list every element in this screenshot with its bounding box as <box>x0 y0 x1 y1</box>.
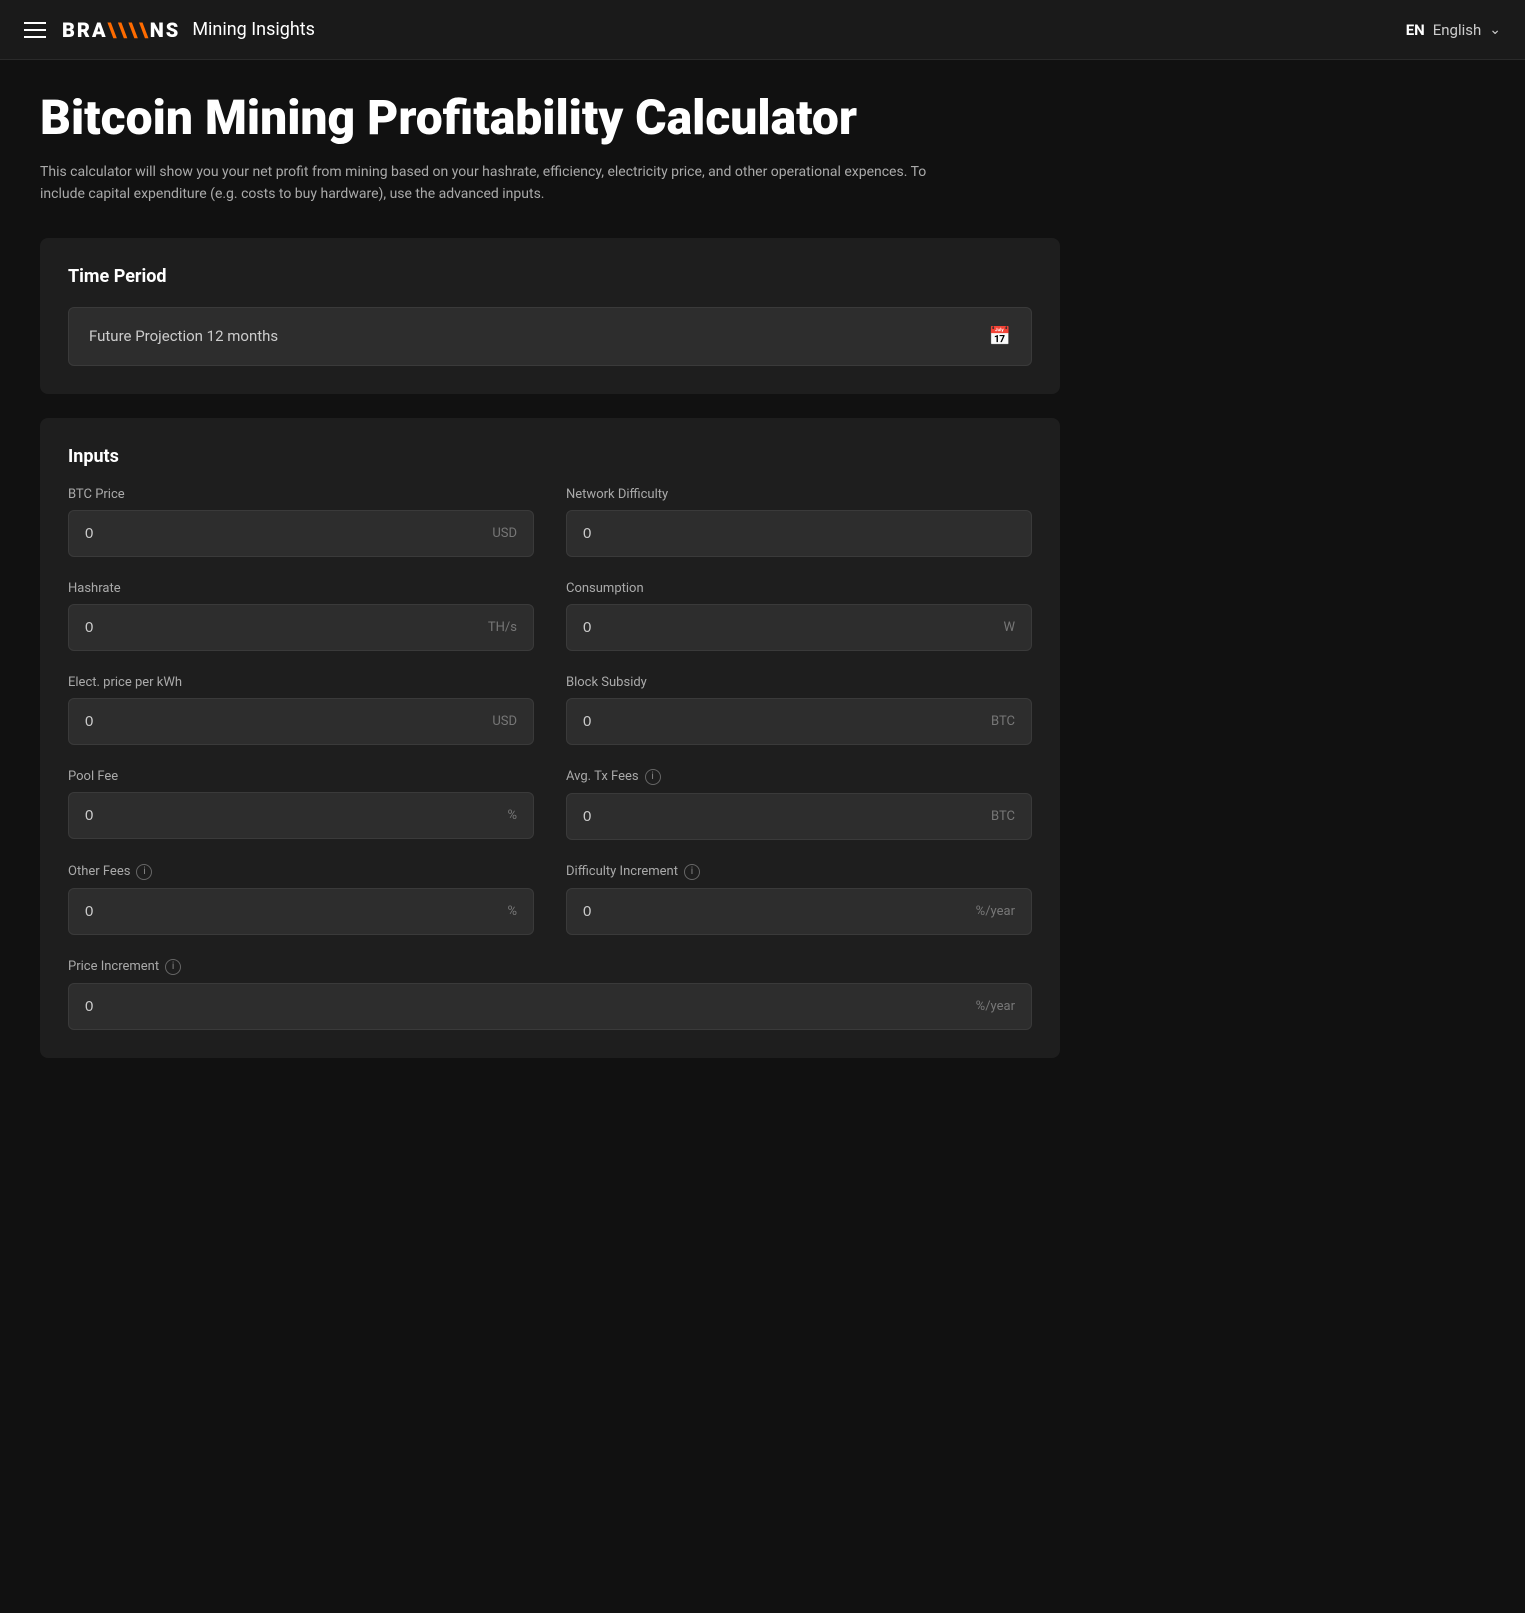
btc-price-input[interactable] <box>85 525 484 542</box>
language-selector[interactable]: EN English ⌄ <box>1406 21 1501 39</box>
input-wrapper-avg-tx-fees: BTC <box>566 793 1032 840</box>
label-price-increment: Price Increment i <box>68 959 1032 975</box>
input-wrapper-pool-fee: % <box>68 792 534 839</box>
consumption-unit: W <box>1003 620 1015 635</box>
logo-subtitle: Mining Insights <box>192 19 315 40</box>
header-left: BRA\\\\NS Mining Insights <box>24 18 315 42</box>
btc-price-unit: USD <box>492 526 517 541</box>
avg-tx-fees-unit: BTC <box>991 809 1015 824</box>
time-period-value: Future Projection 12 months <box>89 327 278 345</box>
inputs-grid: BTC Price USD Network Difficulty <box>68 487 1032 1030</box>
logo: BRA\\\\NS Mining Insights <box>62 18 315 42</box>
main-content: Bitcoin Mining Profitability Calculator … <box>0 60 1100 1090</box>
price-increment-info-icon[interactable]: i <box>165 959 181 975</box>
language-label: English <box>1433 21 1482 39</box>
calendar-icon: 📅 <box>989 326 1011 347</box>
chevron-down-icon: ⌄ <box>1489 22 1501 38</box>
input-group-consumption: Consumption W <box>566 581 1032 651</box>
price-increment-input[interactable] <box>85 998 968 1015</box>
input-wrapper-hashrate: TH/s <box>68 604 534 651</box>
label-elect-price: Elect. price per kWh <box>68 675 534 690</box>
input-group-pool-fee: Pool Fee % <box>68 769 534 840</box>
input-group-block-subsidy: Block Subsidy BTC <box>566 675 1032 745</box>
input-group-hashrate: Hashrate TH/s <box>68 581 534 651</box>
input-wrapper-difficulty-increment: %/year <box>566 888 1032 935</box>
time-period-card: Time Period Future Projection 12 months … <box>40 238 1060 394</box>
page-title: Bitcoin Mining Profitability Calculator <box>40 92 1060 145</box>
label-block-subsidy: Block Subsidy <box>566 675 1032 690</box>
input-group-btc-price: BTC Price USD <box>68 487 534 557</box>
label-avg-tx-fees: Avg. Tx Fees i <box>566 769 1032 785</box>
elect-price-unit: USD <box>492 714 517 729</box>
consumption-input[interactable] <box>583 619 995 636</box>
hashrate-unit: TH/s <box>488 620 517 635</box>
input-group-other-fees: Other Fees i % <box>68 864 534 935</box>
time-period-title: Time Period <box>68 266 1032 287</box>
header: BRA\\\\NS Mining Insights EN English ⌄ <box>0 0 1525 60</box>
label-pool-fee: Pool Fee <box>68 769 534 784</box>
other-fees-unit: % <box>507 904 517 919</box>
pool-fee-unit: % <box>507 808 517 823</box>
input-wrapper-block-subsidy: BTC <box>566 698 1032 745</box>
price-increment-unit: %/year <box>976 999 1015 1014</box>
label-difficulty-increment: Difficulty Increment i <box>566 864 1032 880</box>
input-wrapper-price-increment: %/year <box>68 983 1032 1030</box>
label-consumption: Consumption <box>566 581 1032 596</box>
input-wrapper-consumption: W <box>566 604 1032 651</box>
difficulty-increment-info-icon[interactable]: i <box>684 864 700 880</box>
input-group-avg-tx-fees: Avg. Tx Fees i BTC <box>566 769 1032 840</box>
avg-tx-fees-info-icon[interactable]: i <box>645 769 661 785</box>
avg-tx-fees-input[interactable] <box>583 808 983 825</box>
page-description: This calculator will show you your net p… <box>40 161 940 206</box>
elect-price-input[interactable] <box>85 713 484 730</box>
block-subsidy-input[interactable] <box>583 713 983 730</box>
input-wrapper-other-fees: % <box>68 888 534 935</box>
label-btc-price: BTC Price <box>68 487 534 502</box>
inputs-card: Inputs BTC Price USD Network Difficulty <box>40 418 1060 1058</box>
input-group-price-increment: Price Increment i %/year <box>68 959 1032 1030</box>
other-fees-input[interactable] <box>85 903 499 920</box>
difficulty-increment-unit: %/year <box>976 904 1015 919</box>
input-group-elect-price: Elect. price per kWh USD <box>68 675 534 745</box>
label-network-difficulty: Network Difficulty <box>566 487 1032 502</box>
inputs-title: Inputs <box>68 446 1032 467</box>
input-wrapper-elect-price: USD <box>68 698 534 745</box>
time-period-selector[interactable]: Future Projection 12 months 📅 <box>68 307 1032 366</box>
other-fees-info-icon[interactable]: i <box>136 864 152 880</box>
label-other-fees: Other Fees i <box>68 864 534 880</box>
pool-fee-input[interactable] <box>85 807 499 824</box>
hashrate-input[interactable] <box>85 619 480 636</box>
input-group-difficulty-increment: Difficulty Increment i %/year <box>566 864 1032 935</box>
hamburger-menu-button[interactable] <box>24 22 46 38</box>
difficulty-increment-input[interactable] <box>583 903 968 920</box>
input-group-network-difficulty: Network Difficulty <box>566 487 1032 557</box>
label-hashrate: Hashrate <box>68 581 534 596</box>
block-subsidy-unit: BTC <box>991 714 1015 729</box>
language-code: EN <box>1406 21 1425 39</box>
logo-brand: BRA\\\\NS <box>62 18 180 42</box>
input-wrapper-btc-price: USD <box>68 510 534 557</box>
input-wrapper-network-difficulty <box>566 510 1032 557</box>
network-difficulty-input[interactable] <box>583 525 1007 542</box>
